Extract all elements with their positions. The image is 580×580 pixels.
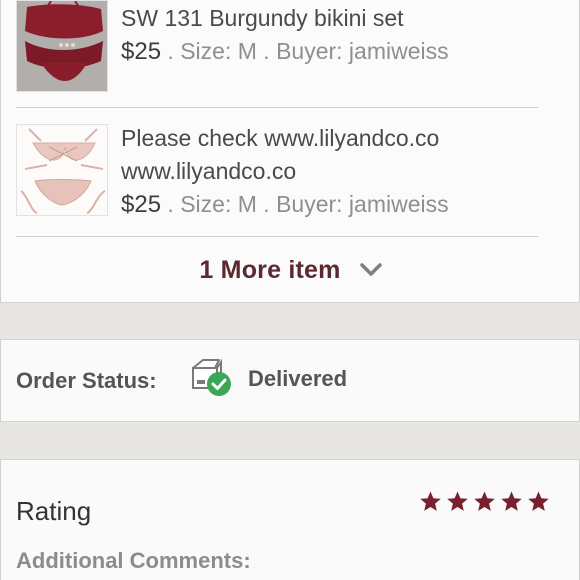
package-delivered-icon bbox=[192, 358, 231, 396]
item-details: . Size: M . Buyer: jamiweiss bbox=[161, 38, 449, 64]
item-title: Please check www.lilyandco.co bbox=[121, 125, 440, 151]
more-items-label: 1 More item bbox=[199, 255, 341, 284]
star-icon[interactable] bbox=[473, 490, 496, 513]
item-thumbnail[interactable] bbox=[16, 0, 108, 92]
more-items-button[interactable]: 1 More item bbox=[1, 240, 580, 300]
item-details: . Size: M . Buyer: jamiweiss bbox=[161, 191, 449, 217]
star-icon[interactable] bbox=[500, 490, 523, 513]
star-icon[interactable] bbox=[446, 490, 469, 513]
item-price-line: $25 . Size: M . Buyer: jamiweiss bbox=[121, 35, 538, 68]
rating-stars[interactable] bbox=[419, 490, 550, 513]
item-title-line-2: www.lilyandco.co bbox=[121, 158, 297, 184]
order-status-label: Order Status: bbox=[16, 368, 157, 393]
item-price-line: $25 . Size: M . Buyer: jamiweiss bbox=[121, 188, 538, 221]
star-icon[interactable] bbox=[527, 490, 550, 513]
item-price: $25 bbox=[121, 38, 162, 65]
additional-comments-label: Additional Comments: bbox=[16, 548, 251, 573]
section-divider bbox=[0, 302, 580, 340]
chevron-down-icon bbox=[359, 263, 382, 276]
order-status-value: Delivered bbox=[248, 366, 348, 391]
order-items-card: SW 131 Burgundy bikini set $25 . Size: M… bbox=[0, 0, 580, 302]
item-thumbnail[interactable] bbox=[16, 124, 108, 216]
list-item[interactable]: Please check www.lilyandco.co www.lilyan… bbox=[16, 108, 538, 237]
item-price: $25 bbox=[121, 191, 162, 218]
burgundy-bikini-image bbox=[17, 1, 107, 91]
section-divider bbox=[0, 421, 580, 460]
star-icon[interactable] bbox=[419, 490, 442, 513]
pink-bikini-image bbox=[17, 125, 107, 215]
list-item[interactable]: SW 131 Burgundy bikini set $25 . Size: M… bbox=[16, 0, 538, 108]
item-title: SW 131 Burgundy bikini set bbox=[121, 5, 404, 31]
rating-section: Rating Additional Comments: bbox=[0, 460, 580, 580]
order-status-section: Order Status: Delivered bbox=[0, 340, 580, 421]
rating-label: Rating bbox=[16, 496, 92, 526]
